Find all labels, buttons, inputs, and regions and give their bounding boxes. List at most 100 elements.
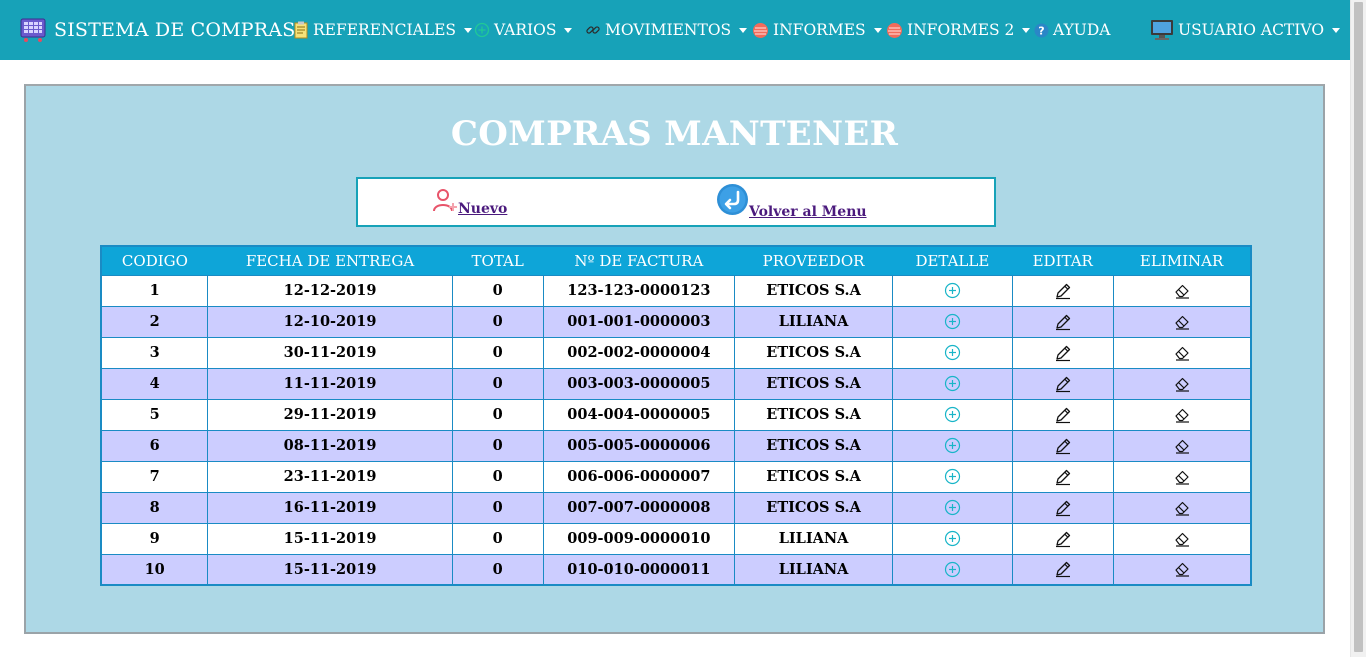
- column-header-factura[interactable]: Nº DE FACTURA: [543, 246, 735, 275]
- cell-editar: [1011, 491, 1114, 524]
- detail-plus-icon[interactable]: [944, 282, 961, 299]
- detail-plus-icon[interactable]: [944, 344, 961, 361]
- column-header-proveedor[interactable]: PROVEEDOR: [734, 246, 893, 275]
- vertical-scrollbar[interactable]: [1350, 0, 1366, 657]
- monitor-icon: [1150, 19, 1174, 41]
- cell-total: 0: [451, 336, 544, 369]
- cell-fecha-entrega: 12-12-2019: [207, 274, 453, 307]
- table-row: 7 23-11-2019 0 006-006-0000007 ETICOS S.A: [100, 460, 1252, 493]
- actions-bar: Nuevo Volver al Menu: [356, 177, 996, 227]
- detail-plus-icon[interactable]: [944, 561, 961, 578]
- delete-eraser-icon[interactable]: [1173, 560, 1191, 578]
- delete-eraser-icon[interactable]: [1173, 375, 1191, 393]
- column-header-editar[interactable]: EDITAR: [1012, 246, 1114, 275]
- chevron-down-icon: [1022, 28, 1031, 33]
- cell-total: 0: [451, 398, 544, 431]
- nav-usuario-activo[interactable]: USUARIO ACTIVO: [1150, 19, 1341, 41]
- cell-eliminar: [1112, 336, 1252, 369]
- cell-factura: 007-007-0000008: [542, 491, 736, 524]
- delete-eraser-icon[interactable]: [1173, 499, 1191, 517]
- edit-pencil-icon[interactable]: [1054, 375, 1072, 393]
- delete-eraser-icon[interactable]: [1173, 282, 1191, 300]
- cell-eliminar: [1112, 305, 1252, 338]
- cell-editar: [1011, 522, 1114, 555]
- cell-factura: 010-010-0000011: [542, 553, 736, 586]
- column-header-eliminar[interactable]: ELIMINAR: [1113, 246, 1251, 275]
- help-icon: ?: [1034, 23, 1049, 38]
- top-navbar: SISTEMA DE COMPRAS REFERENCIALES VARIOS …: [0, 0, 1350, 60]
- nav-informes[interactable]: INFORMES: [752, 19, 882, 41]
- cell-proveedor: ETICOS S.A: [734, 491, 893, 524]
- cell-detalle: [891, 491, 1013, 524]
- nav-label: VARIOS: [494, 21, 557, 39]
- cell-codigo: 6: [100, 429, 209, 462]
- delete-eraser-icon[interactable]: [1173, 468, 1191, 486]
- detail-plus-icon[interactable]: [944, 406, 961, 423]
- nav-informes-2[interactable]: INFORMES 2: [886, 19, 1031, 41]
- brand[interactable]: SISTEMA DE COMPRAS: [18, 14, 295, 46]
- detail-plus-icon[interactable]: [944, 437, 961, 454]
- cell-total: 0: [451, 491, 544, 524]
- detail-plus-icon[interactable]: [944, 530, 961, 547]
- scrollbar-thumb[interactable]: [1354, 2, 1363, 652]
- column-header-fecha-entrega[interactable]: FECHA DE ENTREGA: [207, 246, 453, 275]
- detail-plus-icon[interactable]: [944, 313, 961, 330]
- cell-detalle: [891, 522, 1013, 555]
- cell-editar: [1011, 429, 1114, 462]
- column-header-codigo[interactable]: CODIGO: [101, 246, 208, 275]
- cell-fecha-entrega: 15-11-2019: [207, 522, 453, 555]
- cell-total: 0: [451, 460, 544, 493]
- edit-pencil-icon[interactable]: [1054, 560, 1072, 578]
- column-header-detalle[interactable]: DETALLE: [892, 246, 1013, 275]
- edit-pencil-icon[interactable]: [1054, 499, 1072, 517]
- delete-eraser-icon[interactable]: [1173, 437, 1191, 455]
- delete-eraser-icon[interactable]: [1173, 344, 1191, 362]
- compras-table: CODIGO FECHA DE ENTREGA TOTAL Nº DE FACT…: [100, 245, 1252, 586]
- cell-proveedor: ETICOS S.A: [734, 460, 893, 493]
- delete-eraser-icon[interactable]: [1173, 313, 1191, 331]
- cell-factura: 002-002-0000004: [542, 336, 736, 369]
- table-row: 10 15-11-2019 0 010-010-0000011 LILIANA: [100, 553, 1252, 586]
- delete-eraser-icon[interactable]: [1173, 406, 1191, 424]
- column-header-total[interactable]: TOTAL: [452, 246, 544, 275]
- cell-codigo: 9: [100, 522, 209, 555]
- nav-movimientos[interactable]: MOVIMIENTOS: [585, 19, 748, 41]
- chevron-down-icon: [564, 28, 573, 33]
- cell-detalle: [891, 367, 1013, 400]
- cell-detalle: [891, 429, 1013, 462]
- edit-pencil-icon[interactable]: [1054, 313, 1072, 331]
- cell-editar: [1011, 398, 1114, 431]
- edit-pencil-icon[interactable]: [1054, 530, 1072, 548]
- delete-eraser-icon[interactable]: [1173, 530, 1191, 548]
- nuevo-link[interactable]: Nuevo: [432, 187, 507, 217]
- edit-pencil-icon[interactable]: [1054, 468, 1072, 486]
- edit-pencil-icon[interactable]: [1054, 437, 1072, 455]
- nav-referenciales[interactable]: REFERENCIALES: [293, 19, 473, 41]
- nav-ayuda[interactable]: ? AYUDA: [1034, 19, 1110, 41]
- edit-pencil-icon[interactable]: [1054, 282, 1072, 300]
- detail-plus-icon[interactable]: [944, 499, 961, 516]
- nav-label: INFORMES 2: [907, 21, 1015, 39]
- volver-menu-link[interactable]: Volver al Menu: [716, 183, 867, 220]
- table-row: 1 12-12-2019 0 123-123-0000123 ETICOS S.A: [100, 274, 1252, 307]
- edit-pencil-icon[interactable]: [1054, 406, 1072, 424]
- cell-codigo: 10: [100, 553, 209, 586]
- cell-proveedor: ETICOS S.A: [734, 336, 893, 369]
- cell-eliminar: [1112, 274, 1252, 307]
- app-title: SISTEMA DE COMPRAS: [54, 19, 296, 41]
- detail-plus-icon[interactable]: [944, 375, 961, 392]
- detail-plus-icon[interactable]: [944, 468, 961, 485]
- cell-proveedor: ETICOS S.A: [734, 398, 893, 431]
- shopping-cart-icon: [18, 13, 48, 47]
- nav-varios[interactable]: VARIOS: [474, 19, 573, 41]
- plus-circle-icon: [474, 22, 490, 38]
- cell-factura: 006-006-0000007: [542, 460, 736, 493]
- edit-pencil-icon[interactable]: [1054, 344, 1072, 362]
- page-title: COMPRAS MANTENER: [450, 114, 899, 154]
- table-header-row: CODIGO FECHA DE ENTREGA TOTAL Nº DE FACT…: [101, 246, 1251, 275]
- nav-label: MOVIMIENTOS: [605, 21, 732, 39]
- table-row: 4 11-11-2019 0 003-003-0000005 ETICOS S.A: [100, 367, 1252, 400]
- cell-factura: 005-005-0000006: [542, 429, 736, 462]
- cell-editar: [1011, 553, 1114, 586]
- cell-total: 0: [451, 305, 544, 338]
